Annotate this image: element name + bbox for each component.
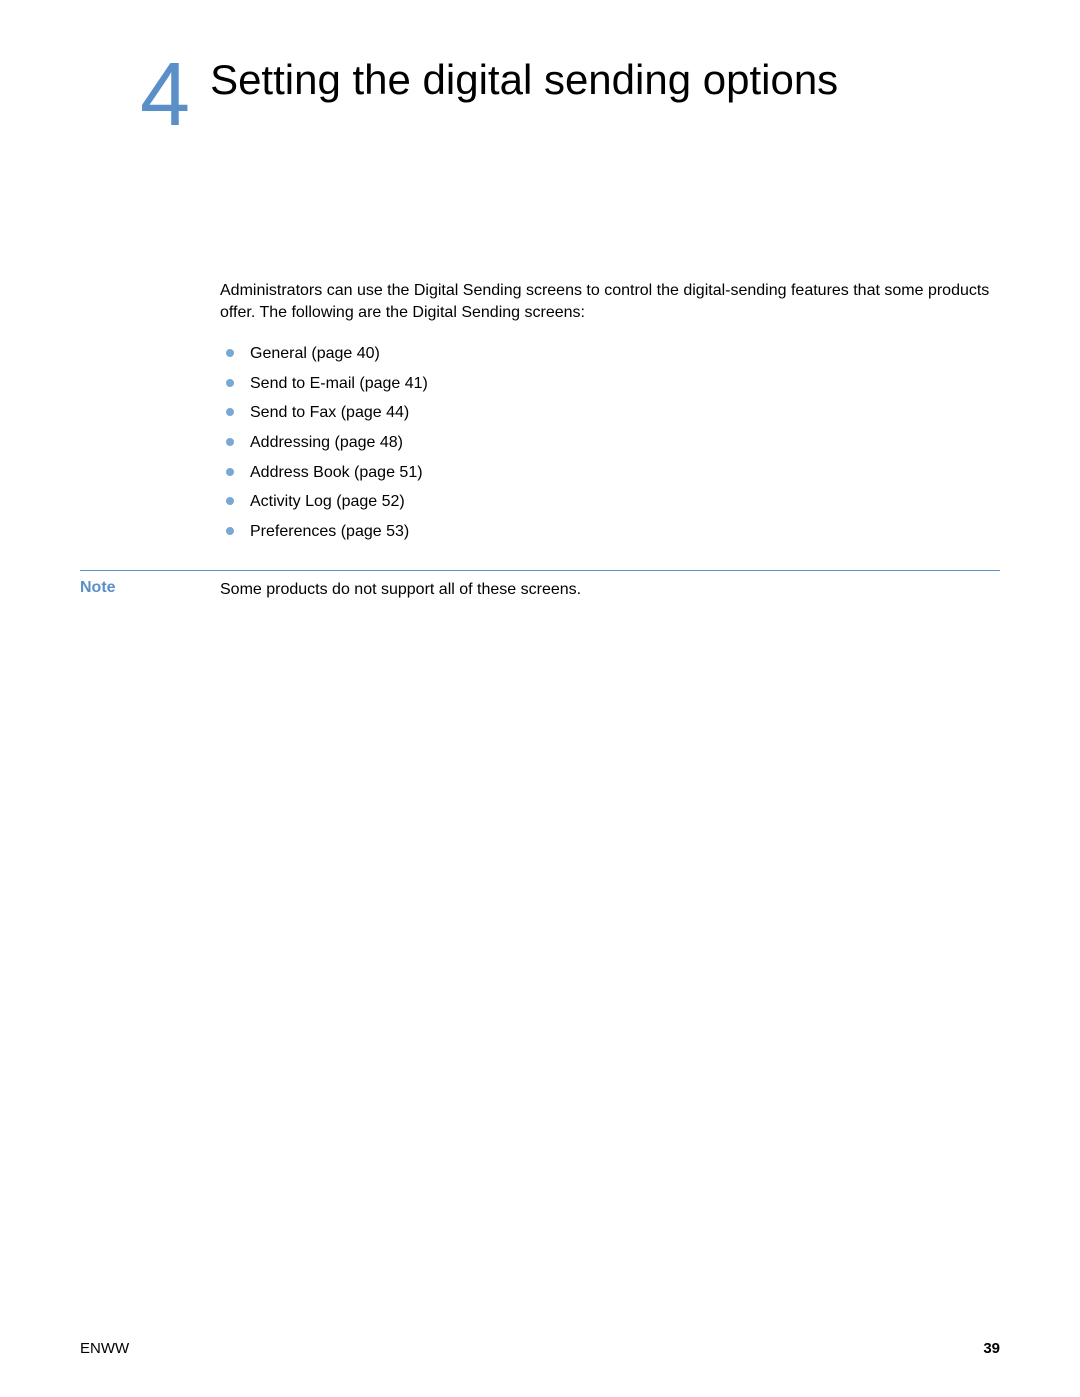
body-section: Administrators can use the Digital Sendi… xyxy=(220,280,1000,546)
footer-page-number: 39 xyxy=(983,1340,1000,1357)
list-item: Send to E-mail (page 41) xyxy=(220,369,1000,399)
page-footer: ENWW 39 xyxy=(80,1340,1000,1357)
note-label: Note xyxy=(80,579,220,597)
intro-paragraph: Administrators can use the Digital Sendi… xyxy=(220,280,1000,323)
chapter-header: 4 Setting the digital sending options xyxy=(80,50,1000,140)
bullet-list: General (page 40) Send to E-mail (page 4… xyxy=(220,339,1000,546)
list-item: Activity Log (page 52) xyxy=(220,487,1000,517)
list-item: Addressing (page 48) xyxy=(220,428,1000,458)
chapter-number: 4 xyxy=(140,50,190,140)
list-item: General (page 40) xyxy=(220,339,1000,369)
list-item: Preferences (page 53) xyxy=(220,517,1000,547)
footer-left-text: ENWW xyxy=(80,1340,129,1357)
note-block: Note Some products do not support all of… xyxy=(80,570,1000,601)
list-item: Send to Fax (page 44) xyxy=(220,398,1000,428)
list-item: Address Book (page 51) xyxy=(220,458,1000,488)
note-text: Some products do not support all of thes… xyxy=(220,579,581,601)
page-container: 4 Setting the digital sending options Ad… xyxy=(0,0,1080,1397)
chapter-title: Setting the digital sending options xyxy=(210,50,838,104)
